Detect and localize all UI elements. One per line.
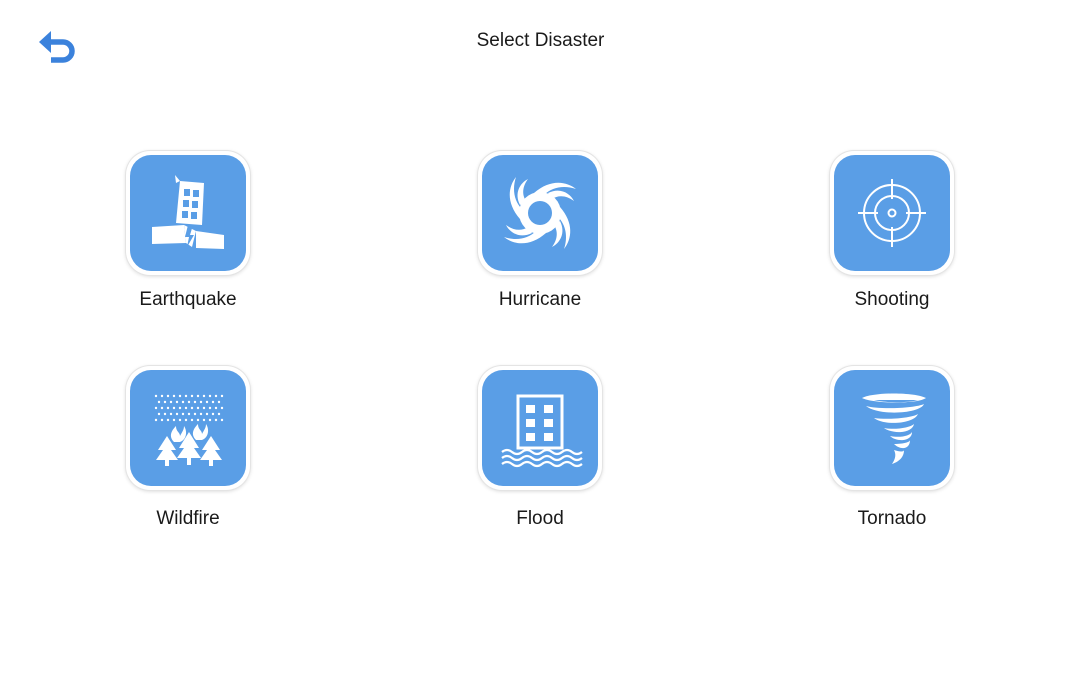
tornado-icon — [834, 370, 950, 486]
earthquake-building-icon — [130, 155, 246, 271]
tornado-label: Tornado — [857, 508, 927, 529]
hurricane-icon-frame — [478, 151, 602, 275]
shooting-icon-frame — [830, 151, 954, 275]
flood-building-icon — [482, 370, 598, 486]
earthquake-icon-frame — [126, 151, 250, 275]
wildfire-trees-icon — [130, 370, 246, 486]
crosshair-icon — [834, 155, 950, 271]
flood-label: Flood — [516, 508, 564, 529]
page-title: Select Disaster — [476, 30, 605, 51]
tornado-icon-frame — [830, 366, 954, 490]
earthquake-tile[interactable]: Earthquake — [73, 151, 253, 331]
hurricane-tile[interactable]: Hurricane — [425, 151, 605, 331]
hurricane-icon — [482, 155, 598, 271]
flood-tile[interactable]: Flood — [425, 366, 605, 546]
shooting-label: Shooting — [854, 289, 930, 310]
tornado-tile[interactable]: Tornado — [777, 366, 957, 546]
hurricane-label: Hurricane — [498, 289, 582, 310]
flood-icon-frame — [478, 366, 602, 490]
wildfire-icon-frame — [126, 366, 250, 490]
shooting-tile[interactable]: Shooting — [777, 151, 957, 331]
earthquake-label: Earthquake — [139, 289, 237, 310]
wildfire-label: Wildfire — [156, 508, 220, 529]
wildfire-tile[interactable]: Wildfire — [73, 366, 253, 546]
